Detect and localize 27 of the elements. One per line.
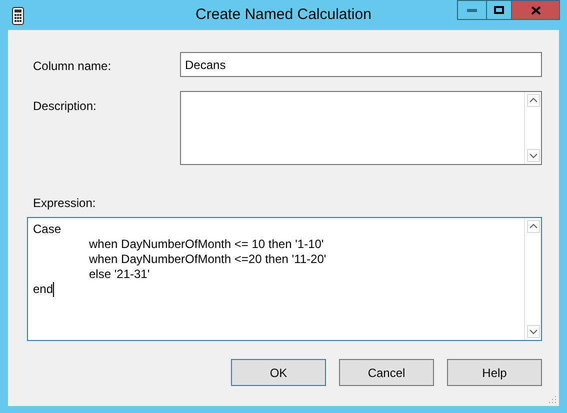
field-label: Expression:	[33, 195, 96, 212]
code-line: when DayNumberOfMonth <= 10 then '1-10'	[89, 237, 324, 252]
code-line: end	[33, 282, 54, 297]
vertical-scrollbar[interactable]	[524, 218, 541, 340]
scroll-down-icon	[526, 325, 540, 338]
dialog-button[interactable]: OK	[231, 359, 326, 386]
scroll-up-icon	[526, 94, 540, 107]
dialog-button[interactable]: Help	[447, 359, 542, 386]
code-line: else '21-31'	[89, 267, 150, 282]
field-label: Description:	[32, 98, 98, 115]
vertical-scrollbar[interactable]	[524, 92, 541, 164]
maximize-icon	[494, 6, 504, 14]
minimize-icon	[467, 8, 477, 12]
scroll-up-icon	[526, 220, 540, 233]
expression-field[interactable]: Case when DayNumberOfMonth <= 10 then '1-10' when DayNumberOfMonth <=20 then '11-20' else '21-31' end	[27, 217, 542, 341]
field-label: Column name:	[32, 58, 112, 75]
scroll-down-icon	[526, 149, 540, 162]
window-title: Create Named Calculation	[196, 4, 372, 25]
close-button[interactable]	[512, 0, 560, 20]
description-field[interactable]	[180, 91, 542, 165]
text-field[interactable]: Decans	[180, 52, 542, 77]
code-line: when DayNumberOfMonth <=20 then '11-20'	[89, 252, 326, 267]
calculator-icon	[12, 7, 24, 25]
dialog-button[interactable]: Cancel	[339, 359, 434, 386]
maximize-button[interactable]	[486, 0, 512, 20]
code-line: Case	[33, 222, 62, 237]
close-icon	[530, 6, 540, 14]
